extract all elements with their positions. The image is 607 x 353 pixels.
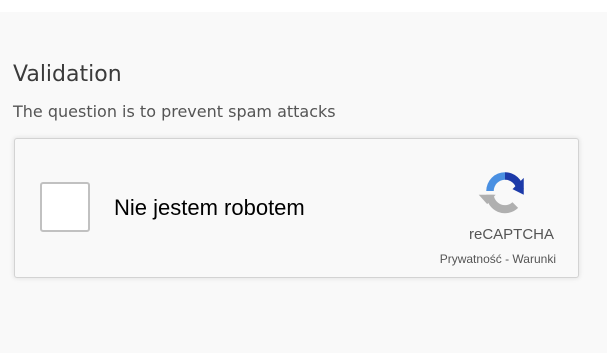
recaptcha-legal-links: Prywatność - Warunki: [440, 253, 556, 265]
not-robot-checkbox[interactable]: [40, 182, 90, 232]
recaptcha-widget: Nie jestem robotem reCAPTCHA Prywatność …: [14, 138, 579, 278]
checkbox-label: Nie jestem robotem: [114, 195, 305, 220]
recaptcha-logo-icon: [478, 172, 524, 214]
section-subtitle: The question is to prevent spam attacks: [13, 102, 336, 121]
section-title: Validation: [13, 62, 122, 87]
terms-link[interactable]: Warunki: [512, 252, 556, 266]
privacy-link[interactable]: Prywatność: [440, 252, 502, 266]
recaptcha-brand: reCAPTCHA: [468, 226, 554, 243]
link-separator: -: [501, 252, 513, 266]
